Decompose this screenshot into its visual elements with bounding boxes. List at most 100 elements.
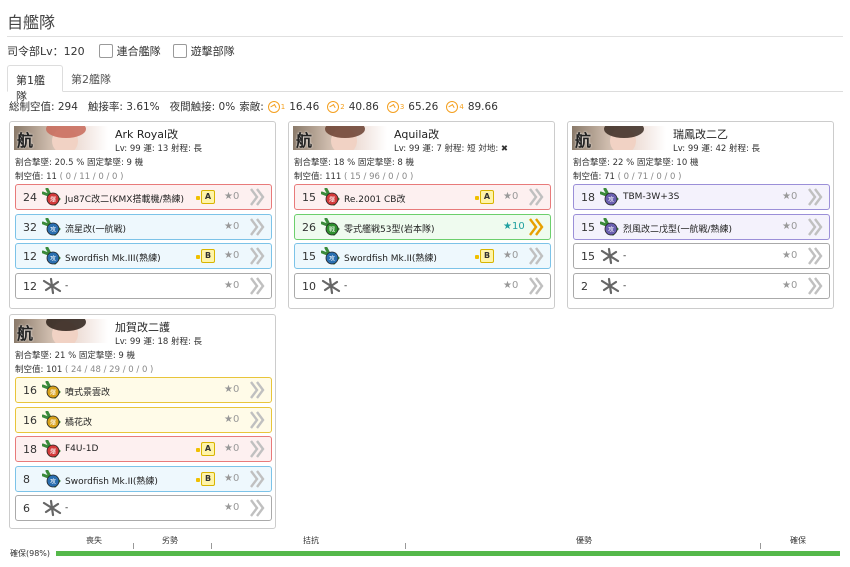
ship-air-power: 制空值: 11 ( 0 / 11 / 0 / 0 ) [15, 170, 123, 182]
equipment-slot[interactable]: 6 - ★0 [15, 495, 272, 521]
air-state-label: 喪失 [86, 536, 102, 545]
chevron-icon[interactable] [246, 275, 268, 297]
equipment-slot[interactable]: 18 攻 TBM-3W+3S ★0 [573, 184, 830, 210]
empty-slot-icon [600, 277, 620, 295]
equipment-slot[interactable]: 18 爆 F4U-1D A ★0 [15, 436, 272, 462]
improvement-level: ★0 [224, 279, 240, 291]
chevron-icon[interactable] [525, 275, 547, 297]
equipment-slot[interactable]: 32 攻 流星改(一航戦) ★0 [15, 213, 272, 240]
ship-banner-image[interactable]: 航 [572, 126, 666, 150]
equipment-slot[interactable]: 15 - ★0 [573, 243, 830, 269]
chevron-icon[interactable] [246, 186, 268, 208]
slot-count: 18 [581, 191, 595, 204]
svg-text:爆: 爆 [50, 448, 56, 456]
slot-count: 16 [23, 413, 37, 427]
svg-text:攻: 攻 [50, 225, 56, 233]
improvement-level: ★0 [224, 413, 240, 425]
tab-fleet-2[interactable]: 第2艦隊 [63, 65, 119, 92]
ship-shootdown: 割合撃墜: 18 % 固定撃墜: 8 機 [294, 158, 415, 168]
chevron-icon[interactable] [246, 497, 268, 519]
ship-banner-image[interactable]: 航 [293, 126, 387, 150]
improvement-level: ★0 [224, 384, 240, 395]
chevron-icon[interactable] [246, 379, 268, 401]
ship-card: 航 Ark Royal改 Lv: 99 運: 13 射程: 長割合撃墜: 20.5 … [9, 121, 276, 309]
page-title: 自艦隊 [7, 13, 56, 32]
aircraft-icon: 攻 [41, 469, 62, 488]
ship-name: Ark Royal改 [115, 128, 179, 141]
equipment-slot[interactable]: 15 爆 Re.2001 CB改 A ★0 [294, 184, 551, 210]
ship-air-power: 制空值: 101 ( 24 / 48 / 29 / 0 / 0 ) [15, 363, 153, 375]
improvement-level: ★0 [224, 472, 240, 484]
chevron-icon[interactable] [804, 216, 826, 238]
equipment-slot[interactable]: 15 攻 烈風改二戊型(一航戦/熟練) ★0 [573, 213, 830, 240]
ship-banner-image[interactable]: 航 [14, 319, 108, 343]
tab-fleet-1[interactable]: 第1艦隊 [7, 65, 63, 103]
chevron-icon[interactable] [804, 275, 826, 297]
svg-text:攻: 攻 [50, 477, 56, 485]
empty-slot-icon [600, 247, 620, 265]
chevron-icon[interactable] [804, 245, 826, 267]
search-value-2: 40.86 [348, 100, 379, 113]
fleet-stats: 総制空值: 294 触接率: 3.61% 夜間触接: 0% 索敵: 1 16.46… [9, 100, 498, 113]
plane-search-icon [446, 100, 459, 113]
chevron-icon[interactable] [246, 409, 268, 431]
equipment-slot[interactable]: 16 爆 噴式景雲改 ★0 [15, 377, 272, 403]
equipment-name: - [623, 251, 627, 261]
air-state-label: 確保 [790, 536, 806, 545]
night-contact: 夜間触接: 0% [169, 101, 236, 113]
proficiency-badge: B [196, 249, 215, 263]
ship-banner-image[interactable]: 航 [14, 126, 108, 150]
chevron-icon[interactable] [246, 438, 268, 460]
equipment-slot[interactable]: 2 - ★0 [573, 272, 830, 299]
equipment-slot[interactable]: 15 攻 Swordfish Mk.II(熟練) B ★0 [294, 243, 551, 269]
air-state-tick [211, 543, 212, 549]
aircraft-icon: 爆 [41, 439, 62, 458]
improvement-level: ★0 [782, 191, 798, 202]
improvement-level: ★0 [224, 191, 240, 202]
chevron-icon[interactable] [525, 245, 547, 267]
slot-count: 8 [23, 472, 30, 486]
chevron-icon[interactable] [246, 216, 268, 238]
equipment-name: F4U-1D [65, 444, 99, 454]
equipment-name: 流星改(一航戦) [65, 224, 127, 235]
svg-text:戦: 戦 [329, 225, 335, 233]
equipment-name: - [65, 503, 69, 513]
equipment-slot[interactable]: 12 攻 Swordfish Mk.III(熟練) B ★0 [15, 243, 272, 269]
striking-force-checkbox[interactable] [172, 43, 187, 58]
proficiency-badge: A [196, 190, 215, 204]
air-power-detail: ( 15 / 96 / 0 / 0 ) [344, 172, 414, 182]
improvement-level: ★0 [503, 279, 519, 291]
svg-text:爆: 爆 [50, 389, 56, 397]
improvement-level: ★0 [782, 279, 798, 291]
aircraft-icon: 攻 [320, 246, 341, 265]
equipment-slot[interactable]: 26 戦 零式艦戦53型(岩本隊) ★10 [294, 213, 551, 240]
improvement-level: ★0 [224, 250, 240, 261]
ship-name: Aquila改 [394, 128, 440, 141]
total-air-power: 総制空值: 294 [9, 101, 78, 113]
empty-slot-icon [42, 277, 62, 295]
chevron-icon[interactable] [525, 186, 547, 208]
equipment-slot[interactable]: 12 - ★0 [15, 272, 272, 299]
chevron-icon[interactable] [246, 468, 268, 490]
chevron-icon[interactable] [804, 186, 826, 208]
slot-count: 6 [23, 502, 30, 515]
ship-info: Lv: 99 運: 42 射程: 長 [673, 144, 761, 154]
svg-text:攻: 攻 [50, 255, 56, 263]
air-power-value: 制空值: 101 [15, 365, 63, 375]
aircraft-icon: 爆 [320, 187, 341, 206]
equipment-slot[interactable]: 24 爆 Ju87C改二(KMX搭載機/熟練) A ★0 [15, 184, 272, 210]
equipment-slot[interactable]: 8 攻 Swordfish Mk.II(熟練) B ★0 [15, 465, 272, 492]
proficiency-badge: A [196, 442, 215, 456]
combined-fleet-checkbox[interactable] [98, 43, 113, 58]
air-power-value: 制空值: 71 [573, 172, 615, 182]
proficiency-badge: A [475, 190, 494, 204]
equipment-slot[interactable]: 16 爆 橘花改 ★0 [15, 406, 272, 433]
slot-count: 15 [302, 191, 316, 204]
equipment-slot[interactable]: 10 - ★0 [294, 272, 551, 299]
chevron-icon[interactable] [246, 245, 268, 267]
improvement-level: ★0 [224, 220, 240, 232]
equipment-name: Ju87C改二(KMX搭載機/熟練) [65, 195, 184, 205]
combined-fleet-label: 連合艦隊 [116, 44, 161, 58]
plane-search-icon [386, 100, 399, 113]
chevron-max-icon[interactable] [525, 216, 547, 238]
